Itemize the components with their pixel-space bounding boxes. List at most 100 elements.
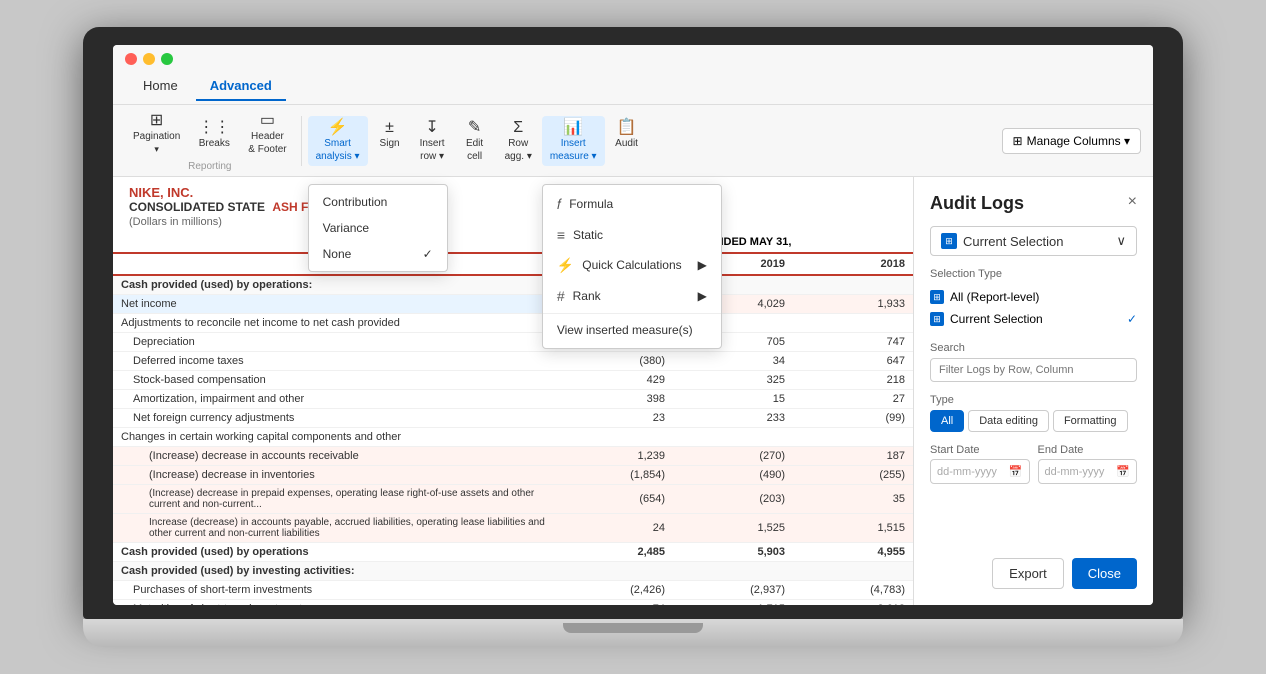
view-inserted-option[interactable]: View inserted measure(s) xyxy=(543,316,721,344)
header-footer-button[interactable]: ▭ Header & Footer xyxy=(240,109,294,159)
current-selection-dropdown[interactable]: ⊞ Current Selection ∨ xyxy=(930,226,1137,256)
report-dollars-note: (Dollars in millions) xyxy=(129,216,897,228)
rank-icon: # xyxy=(557,288,565,304)
menu-divider xyxy=(543,313,721,314)
check-icon: ✓ xyxy=(423,247,433,261)
contribution-option[interactable]: Contribution xyxy=(309,189,447,215)
table-row: Changes in certain working capital compo… xyxy=(113,428,913,447)
tab-bar: Home Advanced xyxy=(113,69,1153,105)
close-window-icon[interactable] xyxy=(125,53,137,65)
pagination-icon: ⊞ xyxy=(150,113,163,129)
rank-arrow: ▶ xyxy=(698,289,707,303)
type-data-editing-button[interactable]: Data editing xyxy=(968,410,1049,432)
table-row: Cash provided (used) by operations 2,485… xyxy=(113,543,913,562)
current-selection-option[interactable]: ⊞ Current Selection ✓ xyxy=(930,308,1137,330)
smart-analysis-button[interactable]: ⚡ Smart analysis ▾ xyxy=(308,116,368,166)
minimize-window-icon[interactable] xyxy=(143,53,155,65)
edit-cell-button[interactable]: ✎ Edit cell xyxy=(455,116,495,166)
selection-type-section: Selection Type ⊞ All (Report-level) ⊞ Cu… xyxy=(930,268,1137,330)
type-all-button[interactable]: All xyxy=(930,410,964,432)
reporting-label: Reporting xyxy=(188,161,231,172)
report-body[interactable]: NIKE, INC. CONSOLIDATED STATE ASH FLOWS … xyxy=(113,177,913,605)
table-row: Cash provided (used) by investing activi… xyxy=(113,562,913,581)
manage-columns-button[interactable]: ⊞ Manage Columns ▾ xyxy=(1002,128,1141,154)
search-section: Search xyxy=(930,342,1137,382)
formula-option[interactable]: 𝑓 Formula xyxy=(543,189,721,220)
table-row: (Increase) decrease in prepaid expenses,… xyxy=(113,485,913,514)
toolbar: ⊞ Pagination ▾ ⋮⋮ Breaks ▭ Header & Foot… xyxy=(113,105,1153,177)
report-header: NIKE, INC. CONSOLIDATED STATE ASH FLOWS … xyxy=(113,177,913,232)
selection-icon: ⊞ xyxy=(941,233,957,249)
maximize-window-icon[interactable] xyxy=(161,53,173,65)
start-date-field: Start Date dd-mm-yyyy 📅 xyxy=(930,444,1030,484)
smart-analysis-icon: ⚡ xyxy=(328,120,348,136)
audit-icon: 📋 xyxy=(617,120,637,136)
end-date-input[interactable]: dd-mm-yyyy 📅 xyxy=(1038,459,1138,484)
selection-type-icon: ⊞ xyxy=(930,312,944,326)
static-option[interactable]: ≡ Static xyxy=(543,220,721,250)
table-row: Net foreign currency adjustments 23233(9… xyxy=(113,409,913,428)
audit-button[interactable]: 📋 Audit xyxy=(607,116,647,153)
selected-check-icon: ✓ xyxy=(1127,312,1137,326)
quick-calc-icon: ⚡ xyxy=(557,257,574,274)
search-input[interactable] xyxy=(930,358,1137,382)
static-icon: ≡ xyxy=(557,227,565,243)
type-buttons: All Data editing Formatting xyxy=(930,410,1137,432)
table-row: Stock-based compensation 429325218 xyxy=(113,371,913,390)
current-selection-section: ⊞ Current Selection ∨ xyxy=(930,226,1137,256)
date-row: Start Date dd-mm-yyyy 📅 End Date dd-mm-y… xyxy=(930,444,1137,484)
table-row: Amortization, impairment and other 39815… xyxy=(113,390,913,409)
row-agg-icon: Σ xyxy=(513,120,523,136)
table-row: Purchases of short-term investments (2,4… xyxy=(113,581,913,600)
toolbar-sep-1 xyxy=(301,116,302,166)
audit-panel: Audit Logs × ⊞ Current Selection xyxy=(913,177,1153,605)
table-row: Depreciation 721705747 xyxy=(113,333,913,352)
insert-row-button[interactable]: ↧ Insert row ▾ xyxy=(412,116,453,166)
variance-option[interactable]: Variance xyxy=(309,215,447,241)
table-row: Cash provided (used) by operations: xyxy=(113,275,913,295)
sign-button[interactable]: ± Sign xyxy=(370,116,410,153)
audit-title: Audit Logs × xyxy=(930,193,1137,214)
close-button[interactable]: Close xyxy=(1072,558,1137,589)
none-option[interactable]: None ✓ xyxy=(309,241,447,267)
tab-home[interactable]: Home xyxy=(129,72,192,101)
audit-footer: Export Close xyxy=(930,558,1137,589)
dropdown-chevron-icon: ∨ xyxy=(1116,233,1126,249)
company-name: NIKE, INC. xyxy=(129,185,897,200)
row-agg-button[interactable]: Σ Row agg. ▾ xyxy=(497,116,540,166)
export-button[interactable]: Export xyxy=(992,558,1064,589)
breaks-icon: ⋮⋮ xyxy=(198,120,230,136)
table-row: Maturities of short-term investments 741… xyxy=(113,600,913,606)
quick-calculations-option[interactable]: ⚡ Quick Calculations ▶ xyxy=(543,250,721,281)
insert-measure-button[interactable]: 📊 Insert measure ▾ xyxy=(542,116,605,166)
table-row[interactable]: Net income 2,539 4,029 1,933 xyxy=(113,295,913,314)
insert-row-icon: ↧ xyxy=(425,120,438,136)
laptop-base xyxy=(83,619,1183,647)
data-table: YEAR ENDED MAY 31, 2020 2019 2018 xyxy=(113,232,913,605)
year-2018: 2018 xyxy=(793,253,913,275)
insert-measure-dropdown: 𝑓 Formula ≡ Static ⚡ Quick Calculation xyxy=(542,184,722,349)
laptop-notch xyxy=(563,623,703,633)
quick-calc-arrow: ▶ xyxy=(698,258,707,272)
report-area: NIKE, INC. CONSOLIDATED STATE ASH FLOWS … xyxy=(113,177,913,605)
rank-option[interactable]: # Rank ▶ xyxy=(543,281,721,311)
type-formatting-button[interactable]: Formatting xyxy=(1053,410,1128,432)
all-report-option[interactable]: ⊞ All (Report-level) xyxy=(930,286,1137,308)
tab-advanced[interactable]: Advanced xyxy=(196,72,286,101)
breaks-button[interactable]: ⋮⋮ Breaks xyxy=(190,109,238,159)
insert-measure-icon: 📊 xyxy=(563,120,583,136)
sign-icon: ± xyxy=(385,120,394,136)
pagination-button[interactable]: ⊞ Pagination ▾ xyxy=(125,109,188,159)
header-footer-icon: ▭ xyxy=(260,113,275,129)
screen-bezel: Home Advanced ⊞ Pagination ▾ ⋮⋮ xyxy=(83,27,1183,619)
report-title: CONSOLIDATED STATE ASH FLOWS xyxy=(129,200,897,214)
audit-close-button[interactable]: × xyxy=(1128,193,1137,211)
table-row: Deferred income taxes (380)34647 xyxy=(113,352,913,371)
start-date-input[interactable]: dd-mm-yyyy 📅 xyxy=(930,459,1030,484)
table-row: Adjustments to reconcile net income to n… xyxy=(113,314,913,333)
manage-columns-icon: ⊞ xyxy=(1013,134,1023,148)
manage-columns-container: ⊞ Manage Columns ▾ xyxy=(1002,128,1141,154)
type-section: Type All Data editing Formatting xyxy=(930,394,1137,432)
edit-cell-icon: ✎ xyxy=(468,120,481,136)
table-row: Increase (decrease) in accounts payable,… xyxy=(113,514,913,543)
